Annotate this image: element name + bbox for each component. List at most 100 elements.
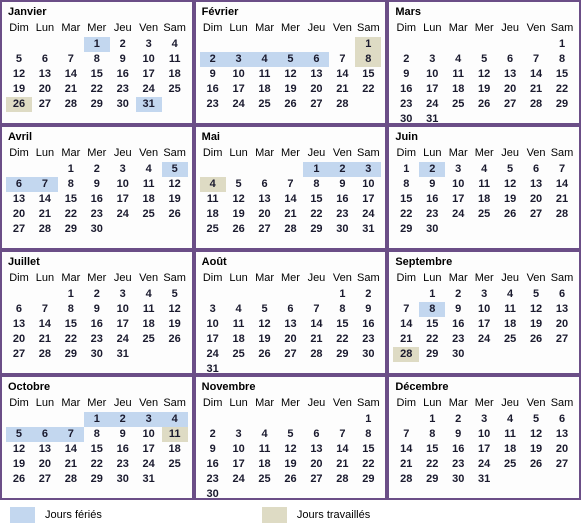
day-cell[interactable]: 5 bbox=[6, 427, 32, 442]
day-cell[interactable]: 11 bbox=[136, 177, 162, 192]
day-cell[interactable]: 7 bbox=[31, 177, 58, 192]
day-cell[interactable]: 6 bbox=[523, 162, 549, 177]
day-cell[interactable]: 12 bbox=[6, 67, 32, 82]
day-cell[interactable]: 27 bbox=[6, 222, 32, 237]
day-cell[interactable]: 2 bbox=[84, 162, 110, 177]
day-cell[interactable]: 5 bbox=[523, 287, 549, 302]
day-cell[interactable]: 22 bbox=[303, 207, 329, 222]
day-cell[interactable]: 15 bbox=[355, 67, 381, 82]
day-cell[interactable]: 25 bbox=[497, 332, 523, 347]
day-cell[interactable]: 24 bbox=[419, 97, 445, 112]
day-cell[interactable]: 6 bbox=[303, 52, 330, 67]
day-cell[interactable]: 26 bbox=[471, 97, 497, 112]
day-cell[interactable]: 2 bbox=[393, 52, 419, 67]
day-cell[interactable]: 28 bbox=[329, 472, 355, 487]
day-cell[interactable]: 12 bbox=[523, 302, 549, 317]
day-cell[interactable]: 2 bbox=[199, 52, 226, 67]
day-cell[interactable]: 6 bbox=[278, 302, 304, 317]
day-cell[interactable]: 13 bbox=[549, 427, 575, 442]
day-cell[interactable]: 1 bbox=[419, 412, 445, 427]
day-cell[interactable]: 27 bbox=[523, 207, 549, 222]
day-cell[interactable]: 4 bbox=[162, 37, 188, 52]
day-cell[interactable]: 26 bbox=[497, 207, 523, 222]
day-cell[interactable]: 25 bbox=[445, 97, 471, 112]
day-cell[interactable]: 29 bbox=[84, 472, 110, 487]
day-cell[interactable]: 19 bbox=[162, 192, 188, 207]
day-cell[interactable]: 4 bbox=[471, 162, 497, 177]
day-cell[interactable]: 10 bbox=[110, 177, 136, 192]
day-cell[interactable]: 13 bbox=[6, 192, 32, 207]
day-cell[interactable]: 21 bbox=[393, 332, 419, 347]
day-cell[interactable]: 12 bbox=[497, 177, 523, 192]
day-cell[interactable]: 28 bbox=[32, 347, 58, 362]
day-cell[interactable]: 15 bbox=[393, 192, 419, 207]
day-cell[interactable]: 14 bbox=[329, 67, 355, 82]
day-cell[interactable]: 3 bbox=[226, 427, 252, 442]
day-cell[interactable]: 12 bbox=[523, 427, 549, 442]
day-cell[interactable]: 13 bbox=[32, 67, 58, 82]
day-cell[interactable]: 3 bbox=[419, 52, 445, 67]
day-cell[interactable]: 24 bbox=[355, 207, 381, 222]
day-cell[interactable]: 27 bbox=[549, 332, 575, 347]
day-cell[interactable]: 23 bbox=[110, 82, 136, 97]
day-cell[interactable]: 10 bbox=[200, 317, 226, 332]
day-cell[interactable]: 30 bbox=[329, 222, 355, 237]
day-cell[interactable]: 31 bbox=[136, 472, 162, 487]
day-cell[interactable]: 10 bbox=[136, 427, 162, 442]
day-cell[interactable]: 3 bbox=[110, 287, 136, 302]
day-cell[interactable]: 3 bbox=[135, 412, 162, 427]
day-cell[interactable]: 24 bbox=[471, 332, 497, 347]
day-cell[interactable]: 19 bbox=[523, 317, 549, 332]
day-cell[interactable]: 29 bbox=[58, 347, 84, 362]
day-cell[interactable]: 9 bbox=[445, 302, 471, 317]
day-cell[interactable]: 30 bbox=[419, 222, 445, 237]
day-cell[interactable]: 11 bbox=[471, 177, 497, 192]
day-cell[interactable]: 2 bbox=[445, 412, 471, 427]
day-cell[interactable]: 27 bbox=[252, 222, 278, 237]
day-cell[interactable]: 11 bbox=[136, 302, 162, 317]
day-cell[interactable]: 7 bbox=[303, 302, 329, 317]
day-cell[interactable]: 17 bbox=[445, 192, 471, 207]
day-cell[interactable]: 30 bbox=[84, 347, 110, 362]
day-cell[interactable]: 20 bbox=[303, 82, 329, 97]
day-cell[interactable]: 16 bbox=[329, 192, 355, 207]
day-cell[interactable]: 20 bbox=[6, 207, 32, 222]
day-cell[interactable]: 31 bbox=[355, 222, 381, 237]
day-cell[interactable]: 20 bbox=[549, 317, 575, 332]
day-cell[interactable]: 2 bbox=[110, 37, 136, 52]
day-cell[interactable]: 1 bbox=[419, 287, 445, 302]
day-cell[interactable]: 7 bbox=[393, 427, 419, 442]
day-cell[interactable]: 23 bbox=[200, 97, 226, 112]
day-cell[interactable]: 22 bbox=[329, 332, 355, 347]
day-cell[interactable]: 22 bbox=[393, 207, 419, 222]
day-cell[interactable]: 14 bbox=[58, 67, 84, 82]
day-cell[interactable]: 11 bbox=[200, 192, 226, 207]
day-cell[interactable]: 15 bbox=[355, 442, 381, 457]
day-cell[interactable]: 9 bbox=[110, 52, 136, 67]
day-cell[interactable]: 26 bbox=[278, 472, 304, 487]
day-cell[interactable]: 16 bbox=[419, 192, 445, 207]
day-cell[interactable]: 30 bbox=[445, 347, 471, 362]
day-cell[interactable]: 7 bbox=[329, 427, 355, 442]
day-cell[interactable]: 30 bbox=[355, 347, 381, 362]
day-cell[interactable]: 2 bbox=[329, 162, 356, 177]
day-cell[interactable]: 17 bbox=[200, 332, 226, 347]
day-cell[interactable]: 8 bbox=[84, 427, 110, 442]
day-cell[interactable]: 24 bbox=[110, 332, 136, 347]
day-cell[interactable]: 18 bbox=[136, 317, 162, 332]
day-cell[interactable]: 15 bbox=[303, 192, 329, 207]
day-cell[interactable]: 4 bbox=[497, 287, 523, 302]
day-cell[interactable]: 26 bbox=[6, 97, 32, 112]
day-cell[interactable]: 13 bbox=[303, 442, 329, 457]
day-cell[interactable]: 14 bbox=[329, 442, 355, 457]
day-cell[interactable]: 25 bbox=[252, 472, 278, 487]
day-cell[interactable]: 11 bbox=[497, 302, 523, 317]
day-cell[interactable]: 5 bbox=[523, 412, 549, 427]
day-cell[interactable]: 21 bbox=[523, 82, 549, 97]
day-cell[interactable]: 16 bbox=[355, 317, 381, 332]
day-cell[interactable]: 18 bbox=[162, 442, 188, 457]
day-cell[interactable]: 18 bbox=[445, 82, 471, 97]
day-cell[interactable]: 29 bbox=[549, 97, 575, 112]
day-cell[interactable]: 7 bbox=[329, 52, 355, 67]
day-cell[interactable]: 14 bbox=[278, 192, 304, 207]
